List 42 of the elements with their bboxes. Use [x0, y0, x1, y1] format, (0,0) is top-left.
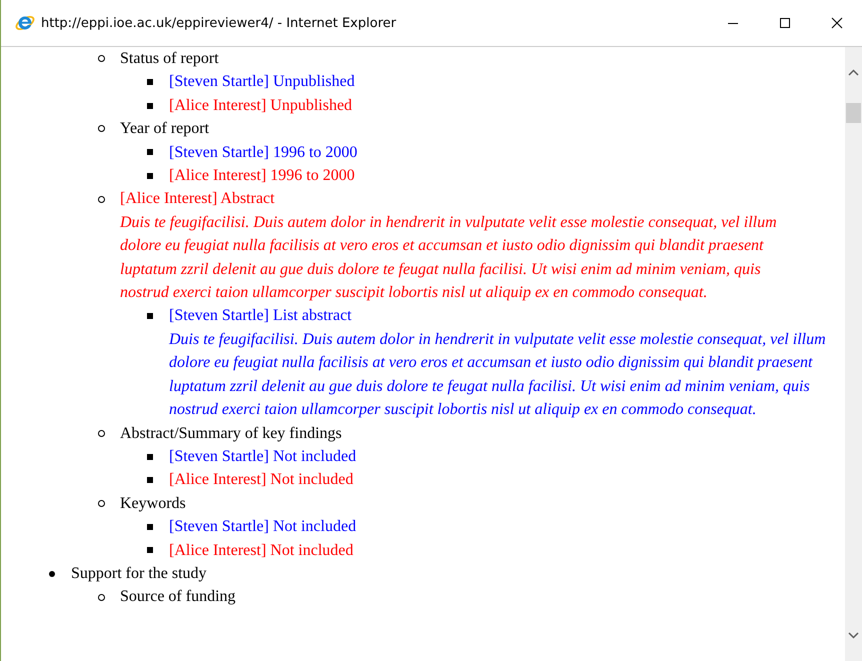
square-bullet-icon [147, 149, 153, 156]
outline-item: [Steven Startle] Not included [169, 517, 356, 538]
outline-item: Keywords [120, 494, 186, 514]
outline-item: [Steven Startle] 1996 to 2000 [169, 142, 358, 163]
outline-item: [Alice Interest] 1996 to 2000 [169, 166, 355, 186]
circle-bullet-icon [98, 125, 105, 132]
circle-bullet-icon [98, 594, 105, 601]
bullet-icon [49, 570, 55, 577]
square-bullet-icon [147, 547, 153, 554]
outline-item: [Steven Startle] List abstract [169, 306, 352, 326]
abstract-text: Duis te feugifacilisi. Duis autem dolor in hendrerit in vulputate velit esse molestie consequat, vel illum dolore eu feugiat nulla facilisis at vero eros et accumsan et iusto odio dignissim qui blandit praesent luptatum zzril delenit au gue duis dolore te feugat nulla facilisi. Ut wisi enim ad minim veniam, quis nostrud exerci taion ullamcorper suscipit lobortis nisl ut aliquip ex en commodo consequat. [120, 212, 778, 304]
scroll-up-icon[interactable] [848, 69, 859, 76]
square-bullet-icon [147, 454, 153, 460]
circle-bullet-icon [98, 430, 105, 437]
window-title: http://eppi.ioe.ac.uk/eppireviewer4/ - Internet Explorer [41, 16, 398, 30]
abstract-text: Duis te feugifacilisi. Duis autem dolor in hendrerit in vulputate velit esse molestie consequat, vel illum dolore eu feugiat nulla facilisis at vero eros et accumsan et iusto odio dignissim qui blandit praesent luptatum zzril delenit au gue duis dolore te feugat nulla facilisi. Ut wisi enim ad minim veniam, quis nostrud exerci taion ullamcorper suscipit lobortis nisl ut aliquip ex en commodo consequat. [169, 330, 827, 420]
square-bullet-icon [147, 524, 153, 530]
outline-item: [Steven Startle] Not included [169, 446, 356, 467]
browser-logo-icon [15, 13, 35, 33]
circle-bullet-icon [98, 55, 105, 62]
circle-bullet-icon [98, 196, 105, 203]
scroll-down-icon[interactable] [848, 632, 859, 639]
scroll-thumb[interactable] [846, 103, 861, 123]
square-bullet-icon [147, 477, 153, 484]
outline-item: Status of report [120, 49, 219, 69]
outline-item: [Alice Interest] Not included [169, 470, 354, 490]
scrollbar[interactable] [845, 47, 862, 661]
outline-item: Abstract/Summary of key findings [120, 424, 342, 444]
close-icon [831, 17, 843, 29]
square-bullet-icon [147, 172, 153, 179]
square-bullet-icon [147, 102, 153, 109]
outline-item: [Alice Interest] Abstract [120, 189, 275, 210]
square-bullet-icon [147, 313, 153, 320]
maximize-icon [779, 17, 791, 29]
outline-item: [Alice Interest] Unpublished [169, 96, 352, 116]
outline-item: Source of funding [120, 587, 236, 608]
circle-bullet-icon [98, 500, 105, 507]
square-bullet-icon [147, 79, 153, 86]
outline-item: [Alice Interest] Not included [169, 540, 354, 561]
outline-item: Support for the study [71, 564, 207, 584]
outline-item: [Steven Startle] Unpublished [169, 72, 355, 92]
outline-item: Year of report [120, 119, 210, 140]
